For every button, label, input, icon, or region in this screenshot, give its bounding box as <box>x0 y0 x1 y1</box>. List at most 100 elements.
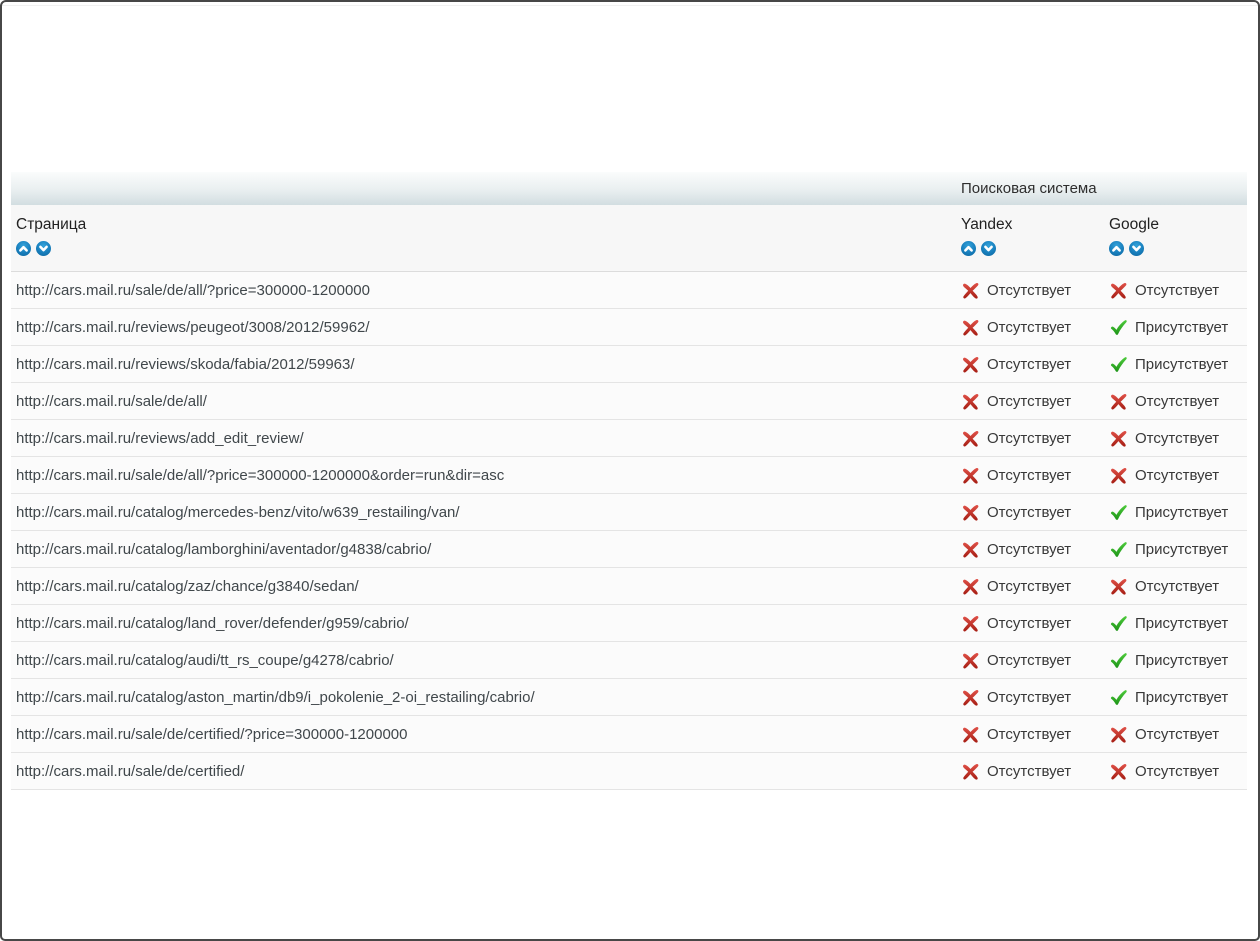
cross-icon <box>1109 281 1128 300</box>
status-label: Присутствует <box>1135 356 1228 373</box>
check-icon <box>1109 540 1128 559</box>
status-label: Отсутствует <box>987 467 1071 484</box>
check-icon <box>1109 503 1128 522</box>
yandex-column-label: Yandex <box>961 216 1099 234</box>
google-status-cell: Присутствует <box>1099 503 1247 522</box>
cross-icon <box>1109 392 1128 411</box>
status-label: Отсутствует <box>987 504 1071 521</box>
cross-icon <box>961 762 980 781</box>
sort-page-desc-button[interactable] <box>36 241 51 256</box>
cross-icon <box>1109 466 1128 485</box>
yandex-status-cell: Отсутствует <box>951 429 1099 448</box>
check-icon <box>1109 614 1128 633</box>
cross-icon <box>961 355 980 374</box>
chevron-up-icon <box>16 241 31 256</box>
status-label: Отсутствует <box>987 615 1071 632</box>
status-label: Отсутствует <box>987 689 1071 706</box>
cross-icon <box>1109 577 1128 596</box>
table-row: http://cars.mail.ru/sale/de/all/?price=3… <box>11 272 1247 309</box>
table-row: http://cars.mail.ru/sale/de/certified/ О… <box>11 753 1247 790</box>
status-label: Отсутствует <box>987 393 1071 410</box>
status-label: Присутствует <box>1135 615 1228 632</box>
yandex-status-cell: Отсутствует <box>951 466 1099 485</box>
yandex-status-cell: Отсутствует <box>951 355 1099 374</box>
page-url-cell: http://cars.mail.ru/sale/de/all/ <box>11 393 951 410</box>
google-status-cell: Присутствует <box>1099 688 1247 707</box>
sort-google-asc-button[interactable] <box>1109 241 1124 256</box>
status-label: Отсутствует <box>987 282 1071 299</box>
check-icon <box>1109 688 1128 707</box>
table-row: http://cars.mail.ru/reviews/skoda/fabia/… <box>11 346 1247 383</box>
cross-icon <box>961 429 980 448</box>
search-engine-group-header: Поисковая система <box>11 172 1247 205</box>
sort-yandex-asc-button[interactable] <box>961 241 976 256</box>
page-url-cell: http://cars.mail.ru/reviews/skoda/fabia/… <box>11 356 951 373</box>
cross-icon <box>1109 762 1128 781</box>
sort-google-desc-button[interactable] <box>1129 241 1144 256</box>
table-rows: http://cars.mail.ru/sale/de/all/?price=3… <box>11 272 1247 790</box>
page-sort-controls <box>16 241 951 256</box>
table-row: http://cars.mail.ru/sale/de/all/ Отсутст… <box>11 383 1247 420</box>
page-url-cell: http://cars.mail.ru/catalog/lamborghini/… <box>11 541 951 558</box>
yandex-status-cell: Отсутствует <box>951 762 1099 781</box>
status-label: Присутствует <box>1135 689 1228 706</box>
google-sort-controls <box>1109 241 1247 256</box>
google-status-cell: Присутствует <box>1099 614 1247 633</box>
page-url-cell: http://cars.mail.ru/catalog/zaz/chance/g… <box>11 578 951 595</box>
google-status-cell: Отсутствует <box>1099 577 1247 596</box>
yandex-status-cell: Отсутствует <box>951 281 1099 300</box>
page-url-cell: http://cars.mail.ru/sale/de/certified/?p… <box>11 726 951 743</box>
cross-icon <box>961 503 980 522</box>
sort-page-asc-button[interactable] <box>16 241 31 256</box>
chevron-up-icon <box>1109 241 1124 256</box>
yandex-status-cell: Отсутствует <box>951 651 1099 670</box>
table-row: http://cars.mail.ru/reviews/add_edit_rev… <box>11 420 1247 457</box>
status-label: Отсутствует <box>987 726 1071 743</box>
yandex-status-cell: Отсутствует <box>951 540 1099 559</box>
chevron-up-icon <box>961 241 976 256</box>
status-label: Отсутствует <box>987 319 1071 336</box>
cross-icon <box>1109 725 1128 744</box>
page-url-cell: http://cars.mail.ru/catalog/aston_martin… <box>11 689 951 706</box>
status-label: Отсутствует <box>987 356 1071 373</box>
page-url-cell: http://cars.mail.ru/catalog/audi/tt_rs_c… <box>11 652 951 669</box>
yandex-status-cell: Отсутствует <box>951 725 1099 744</box>
yandex-status-cell: Отсутствует <box>951 614 1099 633</box>
table-row: http://cars.mail.ru/sale/de/certified/?p… <box>11 716 1247 753</box>
page-url-cell: http://cars.mail.ru/sale/de/certified/ <box>11 763 951 780</box>
status-label: Отсутствует <box>1135 578 1219 595</box>
table-row: http://cars.mail.ru/catalog/mercedes-ben… <box>11 494 1247 531</box>
cross-icon <box>961 540 980 559</box>
group-header-label: Поисковая система <box>951 180 1247 197</box>
check-icon <box>1109 651 1128 670</box>
yandex-status-cell: Отсутствует <box>951 318 1099 337</box>
check-icon <box>1109 355 1128 374</box>
status-label: Отсутствует <box>1135 430 1219 447</box>
status-label: Отсутствует <box>1135 393 1219 410</box>
status-label: Отсутствует <box>1135 282 1219 299</box>
google-status-cell: Присутствует <box>1099 355 1247 374</box>
column-header-yandex: Yandex <box>951 216 1099 256</box>
yandex-status-cell: Отсутствует <box>951 503 1099 522</box>
table-row: http://cars.mail.ru/catalog/zaz/chance/g… <box>11 568 1247 605</box>
sort-yandex-desc-button[interactable] <box>981 241 996 256</box>
page-url-cell: http://cars.mail.ru/sale/de/all/?price=3… <box>11 467 951 484</box>
page-url-cell: http://cars.mail.ru/catalog/mercedes-ben… <box>11 504 951 521</box>
window-top-hairline <box>2 5 1258 6</box>
status-label: Присутствует <box>1135 504 1228 521</box>
google-column-label: Google <box>1109 216 1247 234</box>
cross-icon <box>961 614 980 633</box>
table-row: http://cars.mail.ru/sale/de/all/?price=3… <box>11 457 1247 494</box>
google-status-cell: Присутствует <box>1099 651 1247 670</box>
status-label: Отсутствует <box>1135 467 1219 484</box>
table-row: http://cars.mail.ru/catalog/aston_martin… <box>11 679 1247 716</box>
table-row: http://cars.mail.ru/reviews/peugeot/3008… <box>11 309 1247 346</box>
cross-icon <box>961 466 980 485</box>
chevron-down-icon <box>36 241 51 256</box>
google-status-cell: Присутствует <box>1099 318 1247 337</box>
cross-icon <box>961 651 980 670</box>
chevron-down-icon <box>981 241 996 256</box>
yandex-sort-controls <box>961 241 1099 256</box>
status-label: Отсутствует <box>987 430 1071 447</box>
cross-icon <box>961 318 980 337</box>
